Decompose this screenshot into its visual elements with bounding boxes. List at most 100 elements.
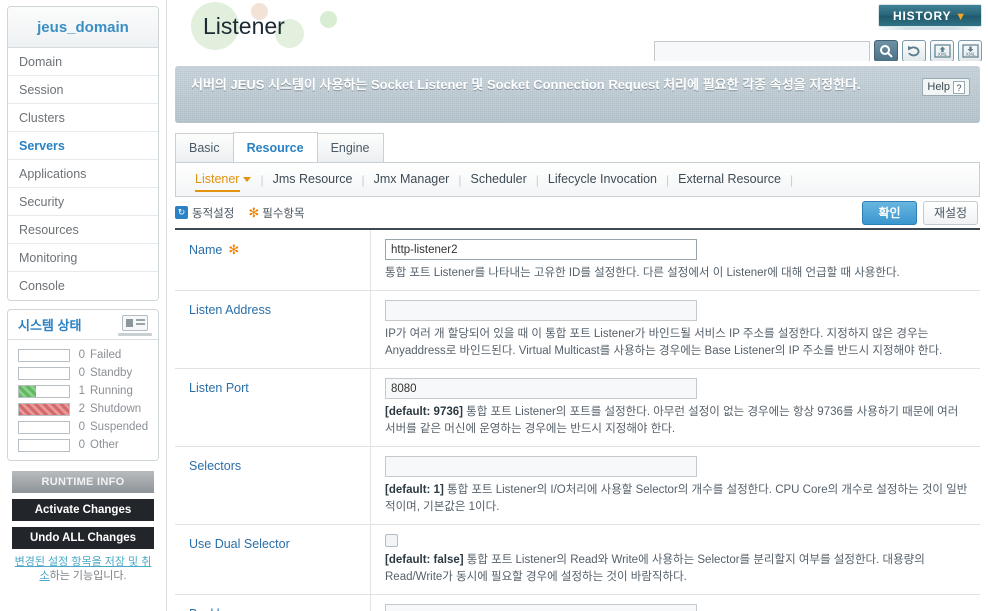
svg-text:XML: XML <box>937 52 947 58</box>
system-status-list: 0 Failed 0 Standby 1 Running 2 Shutdown 0 Suspend… <box>8 340 158 460</box>
subtab-label: Scheduler <box>470 172 527 186</box>
sidebar-item-monitoring[interactable]: Monitoring <box>8 244 158 272</box>
form-row: Name ✻ 통합 포트 Listener를 나타내는 고유한 ID를 설정한다. … <box>175 230 980 291</box>
field-description: 통합 포트 Listener를 나타내는 고유한 ID를 설정한다. 다른 설정… <box>385 265 968 282</box>
tab-resource[interactable]: Resource <box>232 132 318 162</box>
subtab-jms-resource[interactable]: Jms Resource <box>264 163 362 196</box>
subtab-label: Jmx Manager <box>373 172 450 186</box>
input-listen-address[interactable] <box>385 300 697 321</box>
form-row: Backlog [default: 128] 통합 포트 Listener에 대한… <box>175 595 980 611</box>
sidebar-nav-list: Domain Session Clusters Servers Applications… <box>8 48 158 300</box>
description-banner: 서버의 JEUS 시스템이 사용하는 Socket Listener 및 Soc… <box>175 66 980 123</box>
tab-basic[interactable]: Basic <box>175 133 234 162</box>
subtab-scheduler[interactable]: Scheduler <box>461 163 535 196</box>
field-description-text: 통합 포트 Listener의 포트를 설정한다. 아무런 설정이 없는 경우에… <box>385 406 959 435</box>
dynamic-config-label: 동적설정 <box>192 207 235 220</box>
field-default-value: [default: 9736] <box>385 406 467 418</box>
chevron-down-icon: ▼ <box>955 11 967 23</box>
runtime-info-button[interactable]: RUNTIME INFO <box>12 471 154 493</box>
field-label-listen-address: Listen Address <box>175 291 371 368</box>
xml-import-button[interactable]: XML <box>930 40 954 62</box>
status-row: 0 Failed <box>8 346 158 364</box>
status-row: 0 Other <box>8 436 158 454</box>
history-button[interactable]: HISTORY ▼ <box>878 4 982 27</box>
required-asterisk-icon: ✻ <box>228 242 240 257</box>
sidebar-item-session[interactable]: Session <box>8 76 158 104</box>
subtab-listener[interactable]: Listener <box>186 163 260 196</box>
xml-export-button[interactable]: XML <box>958 40 982 62</box>
search-button[interactable] <box>874 40 898 62</box>
reload-icon <box>908 46 920 57</box>
field-label-name: Name ✻ <box>175 230 371 290</box>
reload-button[interactable] <box>902 40 926 62</box>
search-input[interactable] <box>654 40 870 62</box>
search-toolbar: XML XML <box>654 40 982 62</box>
history-button-label: HISTORY <box>893 9 952 23</box>
subtab-lifecycle-invocation[interactable]: Lifecycle Invocation <box>539 163 666 196</box>
system-status-panel: 시스템 상태 0 Failed 0 Standby 1 Running 2 Shutdown 0… <box>7 309 159 461</box>
page-title: Listener <box>203 13 285 39</box>
field-label-selectors: Selectors <box>175 447 371 524</box>
sidebar-item-applications[interactable]: Applications <box>8 160 158 188</box>
svg-text:XML: XML <box>965 52 975 58</box>
field-label-use-dual-selector: Use Dual Selector <box>175 525 371 594</box>
confirm-button[interactable]: 확인 <box>862 200 917 225</box>
help-button[interactable]: Help ? <box>922 78 970 96</box>
sidebar-item-security[interactable]: Security <box>8 188 158 216</box>
field-description: [default: 9736] 통합 포트 Listener의 포트를 설정한다… <box>385 404 968 438</box>
status-label: Shutdown <box>90 403 142 415</box>
activate-changes-button[interactable]: Activate Changes <box>12 499 154 521</box>
status-count: 0 <box>78 367 85 379</box>
required-field-label: 필수항목 <box>262 207 305 220</box>
xml-export-icon: XML <box>961 44 979 58</box>
input-listen-port[interactable] <box>385 378 697 399</box>
sidebar-item-domain[interactable]: Domain <box>8 48 158 76</box>
field-label-listen-port: Listen Port <box>175 369 371 446</box>
reset-button[interactable]: 재설정 <box>923 200 978 225</box>
field-description-text: IP가 여러 개 할당되어 있을 때 이 통합 포트 Listener가 바인드… <box>385 328 943 357</box>
field-label-text: Selectors <box>189 459 242 473</box>
status-bar-running <box>18 384 70 398</box>
subtab-jmx-manager[interactable]: Jmx Manager <box>365 163 459 196</box>
sidebar-item-servers[interactable]: Servers <box>8 132 158 160</box>
subtab-bar: Listener | Jms Resource | Jmx Manager | Schedu… <box>175 162 980 197</box>
field-label-text: Listen Address <box>189 303 271 317</box>
asterisk-icon: ✻ <box>248 204 260 220</box>
settings-form: Name ✻ 통합 포트 Listener를 나타내는 고유한 ID를 설정한다. … <box>175 228 980 611</box>
input-selectors[interactable] <box>385 456 697 477</box>
subtab-external-resource[interactable]: External Resource <box>669 163 790 196</box>
input-name[interactable] <box>385 239 697 260</box>
sidebar-item-resources[interactable]: Resources <box>8 216 158 244</box>
monitor-chart-icon <box>118 314 152 336</box>
tab-bar: Basic Resource Engine <box>175 132 980 162</box>
status-bar-standby <box>18 366 70 380</box>
field-default-value: [default: false] <box>385 554 467 566</box>
status-count: 2 <box>78 403 85 415</box>
field-description: IP가 여러 개 할당되어 있을 때 이 통합 포트 Listener가 바인드… <box>385 326 968 360</box>
status-label: Suspended <box>90 421 149 433</box>
field-value-cell: [default: 9736] 통합 포트 Listener의 포트를 설정한다… <box>371 369 980 446</box>
dynamic-config-legend: ↻ 동적설정 <box>175 205 234 221</box>
field-value-cell: 통합 포트 Listener를 나타내는 고유한 ID를 설정한다. 다른 설정… <box>371 230 980 290</box>
input-backlog[interactable] <box>385 604 697 611</box>
checkbox-use-dual-selector[interactable] <box>385 534 398 547</box>
status-row: 0 Suspended <box>8 418 158 436</box>
status-count: 0 <box>78 439 85 451</box>
field-description: [default: 1] 통합 포트 Listener의 I/O처리에 사용할 … <box>385 482 968 516</box>
main-content: 서버의 JEUS 시스템이 사용하는 Socket Listener 및 Soc… <box>167 61 988 611</box>
field-description-text: 통합 포트 Listener를 나타내는 고유한 ID를 설정한다. 다른 설정… <box>385 267 900 279</box>
tab-engine[interactable]: Engine <box>316 133 384 162</box>
history-button-shadow <box>874 27 986 30</box>
subtab-separator: | <box>789 172 794 187</box>
status-label: Other <box>90 439 119 451</box>
chevron-down-icon[interactable] <box>243 177 252 183</box>
field-value-cell: [default: 128] 통합 포트 Listener에 대한 Backlo… <box>371 595 980 611</box>
field-label-text: Name <box>189 243 223 257</box>
sidebar-item-clusters[interactable]: Clusters <box>8 104 158 132</box>
help-button-label: Help <box>927 81 950 93</box>
undo-all-changes-button[interactable]: Undo ALL Changes <box>12 527 154 549</box>
sidebar-item-console[interactable]: Console <box>8 272 158 300</box>
field-value-cell: [default: 1] 통합 포트 Listener의 I/O처리에 사용할 … <box>371 447 980 524</box>
description-banner-text: 서버의 JEUS 시스템이 사용하는 Socket Listener 및 Soc… <box>191 77 861 92</box>
active-underline <box>195 190 241 192</box>
